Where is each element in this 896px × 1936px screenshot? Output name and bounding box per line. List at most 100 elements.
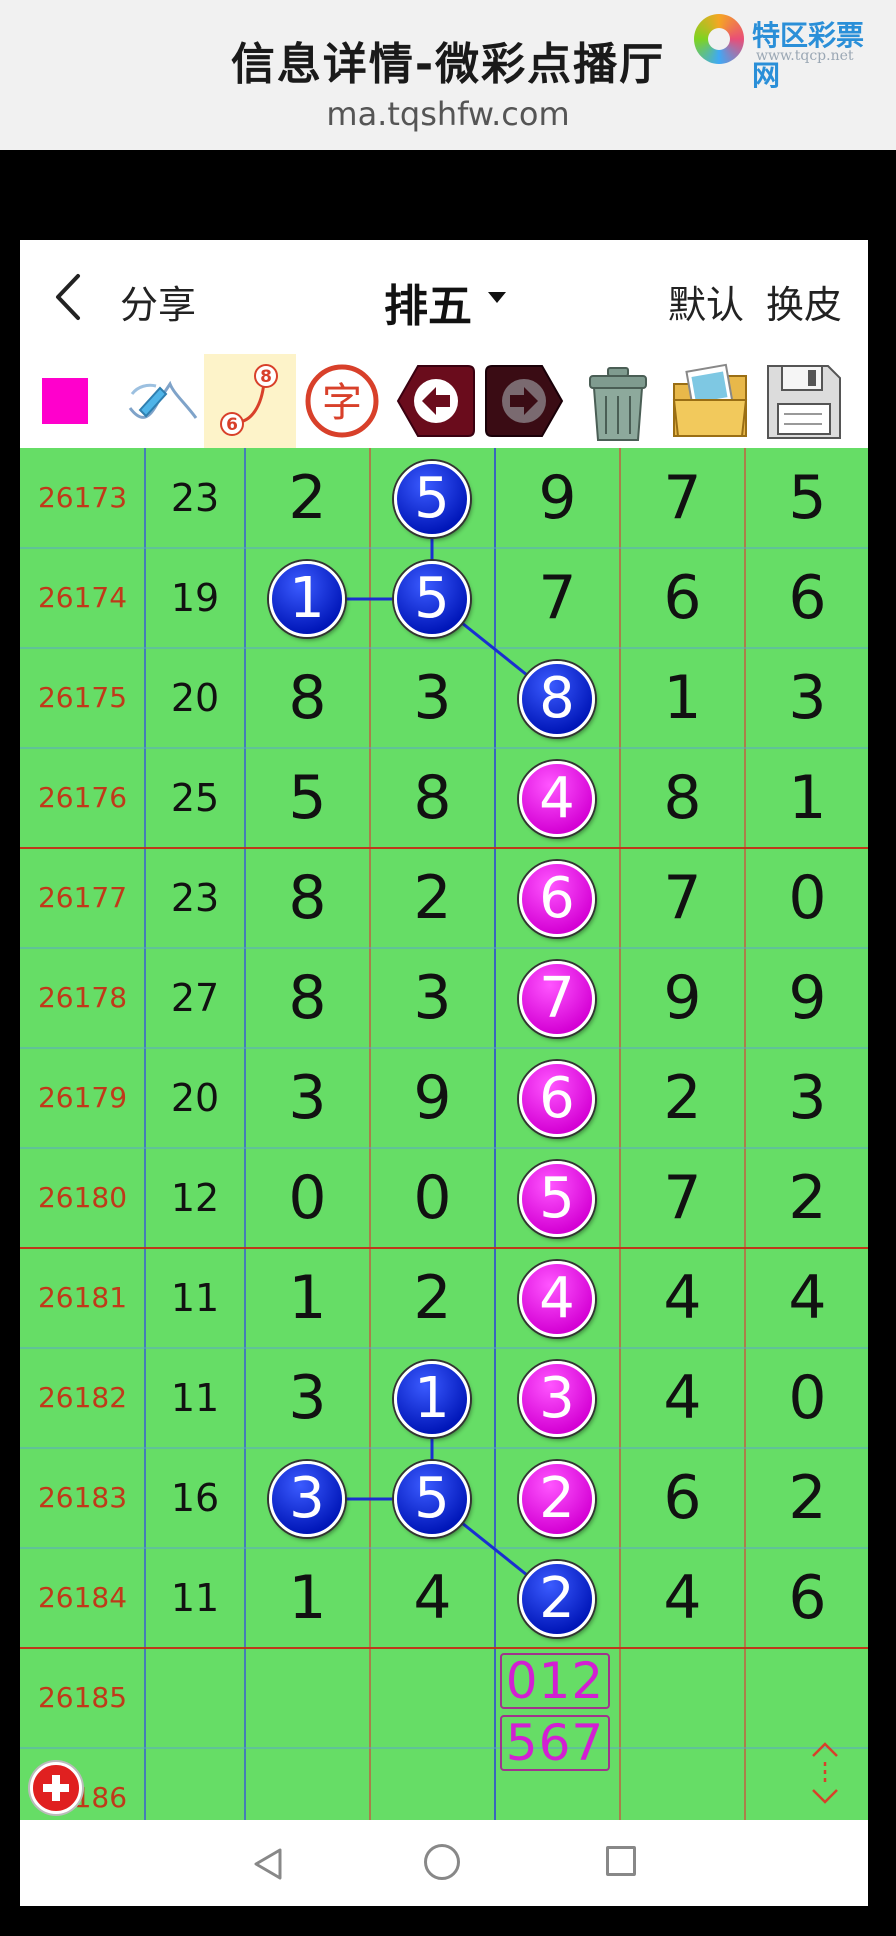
square-recent-icon[interactable] — [606, 1846, 636, 1876]
blue-marked-ball[interactable]: 3 — [269, 1461, 345, 1537]
digit-cell[interactable]: 3 — [745, 648, 868, 748]
blue-marked-ball[interactable]: 5 — [394, 1461, 470, 1537]
blue-marked-ball[interactable]: 5 — [394, 461, 470, 537]
table-row[interactable]: 261811112444 — [20, 1248, 868, 1348]
digit-cell[interactable]: 9 — [620, 948, 745, 1048]
digit-cell[interactable]: 5 — [245, 748, 370, 848]
blue-marked-ball[interactable]: 5 — [394, 561, 470, 637]
digit-cell[interactable] — [745, 1648, 868, 1748]
digit-cell[interactable]: 2 — [745, 1148, 868, 1248]
pink-marked-ball[interactable]: 6 — [519, 1061, 595, 1137]
triangle-back-icon[interactable] — [250, 1846, 286, 1882]
blue-marked-ball[interactable]: 8 — [519, 661, 595, 737]
digit-cell[interactable]: 6 — [745, 1548, 868, 1648]
digit-cell[interactable]: 4 — [745, 1248, 868, 1348]
undo-button[interactable] — [388, 354, 480, 448]
connect-tool-button[interactable]: 8 6 — [204, 354, 296, 448]
caret-down-icon[interactable] — [488, 292, 506, 303]
pink-marked-ball[interactable]: 2 — [519, 1461, 595, 1537]
table-row[interactable]: 261801200572 — [20, 1148, 868, 1248]
digit-cell[interactable]: 2 — [745, 1448, 868, 1548]
pink-marked-ball[interactable]: 3 — [519, 1361, 595, 1437]
data-grid[interactable]: 2617323259752617419157662617520838132617… — [20, 448, 868, 1820]
digit-cell[interactable]: 0 — [745, 1348, 868, 1448]
prediction-box[interactable]: 567 — [500, 1715, 610, 1771]
digit-cell[interactable]: 3 — [370, 948, 495, 1048]
digit-cell[interactable] — [620, 1648, 745, 1748]
pink-marked-ball[interactable]: 7 — [519, 961, 595, 1037]
pink-marked-ball[interactable]: 6 — [519, 861, 595, 937]
table-row[interactable]: 261752083813 — [20, 648, 868, 748]
digit-cell[interactable]: 1 — [620, 648, 745, 748]
gallery-button[interactable] — [664, 354, 756, 448]
digit-cell[interactable]: 7 — [620, 448, 745, 548]
pink-marked-ball[interactable]: 4 — [519, 761, 595, 837]
save-button[interactable] — [756, 354, 848, 448]
digit-cell[interactable]: 2 — [245, 448, 370, 548]
default-button[interactable]: 默认 — [668, 274, 744, 329]
digit-cell[interactable] — [370, 1748, 495, 1820]
digit-cell[interactable] — [245, 1748, 370, 1820]
digit-cell[interactable]: 6 — [620, 548, 745, 648]
digit-cell[interactable]: 9 — [495, 448, 620, 548]
redo-button[interactable] — [480, 354, 572, 448]
blue-marked-ball[interactable]: 2 — [519, 1561, 595, 1637]
digit-cell[interactable]: 6 — [620, 1448, 745, 1548]
pink-marked-ball[interactable]: 5 — [519, 1161, 595, 1237]
table-row[interactable]: 261762558481 — [20, 748, 868, 848]
digit-cell[interactable]: 0 — [245, 1148, 370, 1248]
blue-marked-ball[interactable]: 1 — [394, 1361, 470, 1437]
digit-cell[interactable]: 3 — [245, 1048, 370, 1148]
digit-cell[interactable] — [620, 1748, 745, 1820]
digit-cell[interactable] — [245, 1648, 370, 1748]
digit-cell[interactable]: 2 — [370, 1248, 495, 1348]
pen-tool-button[interactable] — [112, 354, 204, 448]
digit-cell[interactable]: 7 — [620, 1148, 745, 1248]
digit-cell[interactable]: 9 — [370, 1048, 495, 1148]
digit-cell[interactable]: 1 — [245, 1548, 370, 1648]
lottery-select[interactable]: 排五 — [384, 270, 472, 334]
prediction-box[interactable]: 012 — [500, 1653, 610, 1709]
table-row[interactable]: 26177 23 82670 — [20, 848, 868, 948]
digit-cell[interactable]: 3 — [245, 1348, 370, 1448]
digit-cell[interactable]: 2 — [620, 1048, 745, 1148]
digit-cell[interactable] — [370, 1648, 495, 1748]
circle-home-icon[interactable] — [424, 1844, 460, 1880]
digit-cell[interactable]: 7 — [495, 548, 620, 648]
digit-cell[interactable]: 8 — [245, 648, 370, 748]
digit-cell[interactable]: 3 — [745, 1048, 868, 1148]
digit-cell[interactable]: 4 — [370, 1548, 495, 1648]
digit-cell[interactable]: 1 — [245, 1248, 370, 1348]
table-row[interactable]: 261841114246 — [20, 1548, 868, 1648]
digit-cell[interactable]: 6 — [745, 548, 868, 648]
digit-cell[interactable]: 0 — [370, 1148, 495, 1248]
digit-cell[interactable]: 2 — [370, 848, 495, 948]
digit-cell[interactable]: 8 — [370, 748, 495, 848]
digit-cell[interactable]: 4 — [620, 1248, 745, 1348]
digit-cell[interactable]: 0 — [745, 848, 868, 948]
digit-cell[interactable]: 9 — [745, 948, 868, 1048]
table-row[interactable]: 261792039623 — [20, 1048, 868, 1148]
chevron-left-icon[interactable] — [48, 270, 88, 324]
table-row[interactable]: 26185 — [20, 1648, 868, 1748]
digit-cell[interactable]: 3 — [370, 648, 495, 748]
digit-cell[interactable]: 8 — [245, 848, 370, 948]
skin-button[interactable]: 换皮 — [766, 274, 842, 329]
digit-cell[interactable]: 8 — [620, 748, 745, 848]
digit-cell[interactable]: 1 — [745, 748, 868, 848]
color-swatch-button[interactable] — [20, 354, 112, 448]
digit-cell[interactable]: 8 — [245, 948, 370, 1048]
table-row[interactable]: 26186 — [20, 1748, 868, 1820]
text-tool-button[interactable]: 字 — [296, 354, 388, 448]
digit-cell[interactable]: 4 — [620, 1348, 745, 1448]
add-button[interactable] — [30, 1762, 82, 1814]
digit-cell[interactable]: 4 — [620, 1548, 745, 1648]
blue-marked-ball[interactable]: 1 — [269, 561, 345, 637]
share-button[interactable]: 分享 — [120, 274, 196, 329]
digit-cell[interactable]: 7 — [620, 848, 745, 948]
table-row[interactable]: 261782783799 — [20, 948, 868, 1048]
scroll-arrows-icon[interactable] — [805, 1740, 845, 1806]
trash-button[interactable] — [572, 354, 664, 448]
pink-marked-ball[interactable]: 4 — [519, 1261, 595, 1337]
digit-cell[interactable]: 5 — [745, 448, 868, 548]
